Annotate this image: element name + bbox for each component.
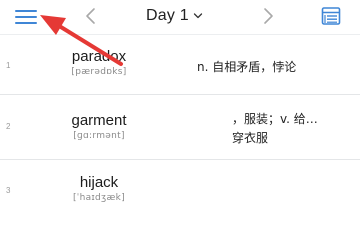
chevron-down-icon [193,13,202,19]
word-phonetic: [ɡɑ:rmənt] [73,131,125,141]
list-icon [321,7,341,25]
word-row[interactable]: 1 paradox [pærədɒks] n. 自相矛盾，悖论 [0,35,360,95]
next-day-button[interactable] [259,6,277,26]
menu-button[interactable] [14,8,38,26]
word-entry: paradox [pærədɒks] [40,48,158,79]
word-text: paradox [71,48,127,65]
row-number: 2 [6,122,11,131]
word-phonetic: [pærədɒks] [71,67,127,77]
word-list-button[interactable] [321,6,341,26]
menu-icon-line [15,10,37,12]
previous-day-button[interactable] [82,6,100,26]
day-selector-dropdown[interactable]: Day 1 [146,5,203,27]
word-text: garment [71,112,127,129]
row-number: 3 [6,186,11,195]
top-navigation-bar: Day 1 [0,0,360,35]
word-entry: hijack [ˈhaɪdʒæk] [40,174,158,205]
row-number: 1 [6,61,11,70]
day-label: Day 1 [146,7,189,24]
word-entry: garment [ɡɑ:rmənt] [40,112,158,143]
word-row[interactable]: 2 garment [ɡɑ:rmənt] ，服装；v. 给… 穿衣服 [0,95,360,160]
word-phonetic: [ˈhaɪdʒæk] [72,193,126,203]
word-text: hijack [79,174,119,191]
vocabulary-app-screen: Day 1 1 paradox [pærədɒks] n. 自相矛盾，悖论 2 … [0,0,360,210]
word-row[interactable]: 3 hijack [ˈhaɪdʒæk] [0,160,360,210]
menu-icon-line [15,22,37,24]
word-meaning-line: 穿衣服 [232,131,269,145]
word-meaning: n. 自相矛盾，悖论 [197,60,297,74]
menu-icon-line [15,16,37,18]
chevron-right-icon [264,8,273,24]
word-meaning-line: ，服装；v. 给… [232,112,318,126]
chevron-left-icon [86,8,95,24]
word-meaning: ，服装；v. 给… 穿衣服 [232,110,318,148]
